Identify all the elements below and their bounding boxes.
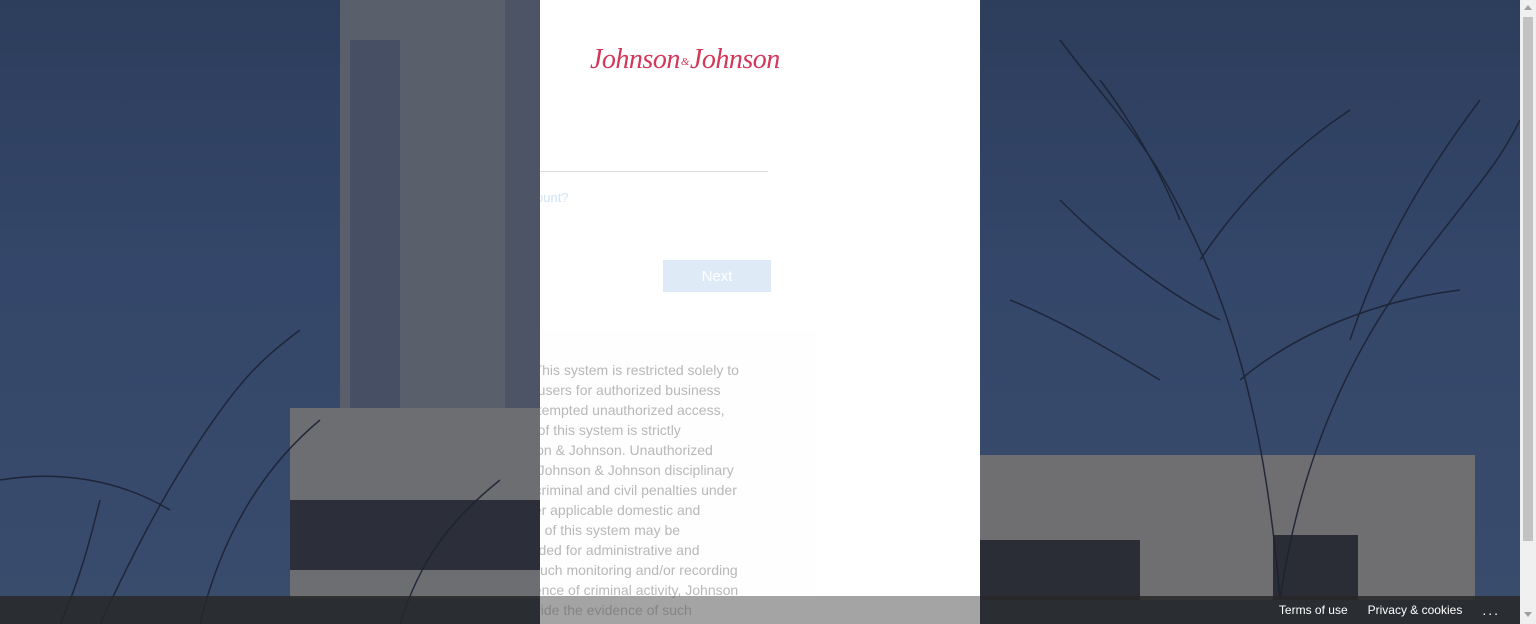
legal-notice-line: lson & Johnson. Unauthorized	[540, 442, 713, 458]
legal-notice-line: se of this system may be	[540, 522, 681, 538]
card-footer-strip	[540, 596, 980, 624]
legal-notice-line: l such monitoring and/or recording	[540, 562, 738, 578]
legal-notice-line: her applicable domestic and	[540, 502, 701, 518]
scrollbar-thumb[interactable]	[1523, 17, 1533, 541]
signin-card: Johnson&Johnson ount? Next : This system…	[540, 0, 980, 624]
company-logo: Johnson&Johnson	[590, 44, 780, 75]
legal-notice-line: orded for administrative and	[540, 542, 700, 558]
more-options-icon[interactable]: ...	[1482, 602, 1500, 618]
legal-notice-line: attempted unauthorized access,	[540, 402, 725, 418]
scroll-up-arrow-icon[interactable]	[1524, 5, 1532, 10]
username-input-underline[interactable]	[540, 171, 768, 172]
privacy-cookies-link[interactable]: Privacy & cookies	[1368, 603, 1463, 617]
legal-notice: : This system is restricted solely to n u…	[540, 360, 772, 620]
next-button[interactable]: Next	[663, 260, 771, 292]
cant-access-account-link[interactable]: ount?	[540, 190, 569, 205]
legal-notice-line: n of this system is strictly	[540, 422, 681, 438]
terms-of-use-link[interactable]: Terms of use	[1279, 603, 1348, 617]
scroll-down-arrow-icon[interactable]	[1524, 612, 1532, 617]
legal-notice-line: n users for authorized business	[540, 382, 721, 398]
legal-notice-line: : This system is restricted solely to	[540, 362, 739, 378]
vertical-scrollbar[interactable]	[1520, 0, 1536, 624]
legal-notice-line: o Johnson & Johnson disciplinary	[540, 462, 734, 478]
legal-notice-line: r criminal and civil penalties under	[540, 482, 737, 498]
footer-links: Terms of use Privacy & cookies ...	[1279, 596, 1500, 624]
